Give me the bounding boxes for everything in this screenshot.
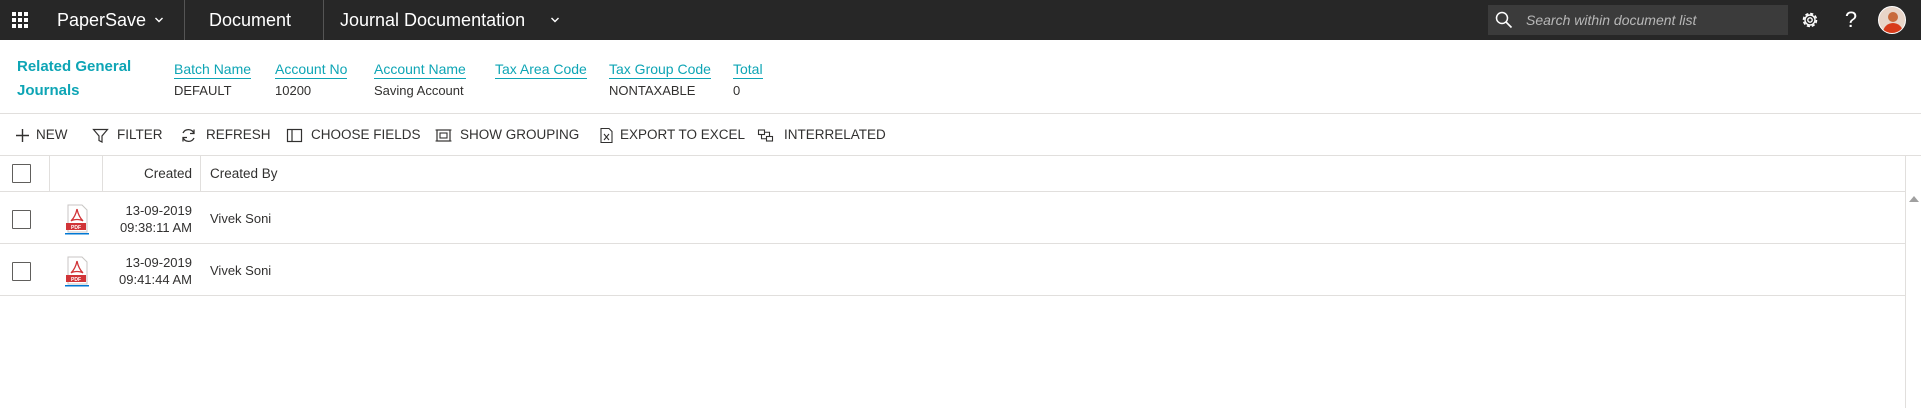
choose-fields-button[interactable]: CHOOSE FIELDS bbox=[286, 114, 421, 156]
command-bar: NEW FILTER REFRESH CHOOSE FIELDS SHOW GR… bbox=[0, 114, 1921, 156]
grouping-icon bbox=[435, 129, 452, 142]
created-by-cell: Vivek Soni bbox=[210, 211, 272, 226]
app-launcher-icon[interactable] bbox=[12, 12, 28, 28]
field-value: 0 bbox=[733, 83, 741, 98]
field-label[interactable]: Tax Area Code bbox=[495, 60, 587, 79]
field-label[interactable]: Account Name bbox=[374, 60, 466, 79]
field-account-name: Account Name Saving Account bbox=[374, 60, 466, 100]
field-value: 10200 bbox=[275, 83, 312, 98]
field-label[interactable]: Total bbox=[733, 60, 763, 79]
search-box[interactable] bbox=[1488, 5, 1788, 35]
field-account-no: Account No 10200 bbox=[275, 60, 348, 100]
created-by-cell: Vivek Soni bbox=[210, 263, 272, 278]
svg-text:PDF: PDF bbox=[71, 277, 81, 283]
table-row[interactable]: PDF 13-09-2019 09:41:44 AM Vivek Soni bbox=[0, 245, 1905, 296]
help-icon[interactable]: ? bbox=[1840, 6, 1862, 34]
excel-icon bbox=[600, 127, 613, 144]
refresh-button[interactable]: REFRESH bbox=[180, 114, 271, 156]
field-label[interactable]: Account No bbox=[275, 60, 348, 79]
vertical-scrollbar[interactable] bbox=[1905, 156, 1921, 408]
interrelated-button[interactable]: INTERRELATED bbox=[757, 114, 886, 156]
filter-button[interactable]: FILTER bbox=[92, 114, 163, 156]
created-datetime: 13-09-2019 09:38:11 AM bbox=[119, 203, 192, 235]
field-value: Saving Account bbox=[374, 83, 464, 98]
gear-icon[interactable] bbox=[1799, 9, 1821, 31]
export-to-excel-button[interactable]: EXPORT TO EXCEL bbox=[598, 114, 745, 156]
row-checkbox[interactable] bbox=[12, 262, 31, 281]
pdf-icon[interactable]: PDF bbox=[64, 256, 90, 287]
field-value: DEFAULT bbox=[174, 83, 232, 98]
table-row[interactable]: PDF 13-09-2019 09:38:11 AM Vivek Soni bbox=[0, 193, 1905, 244]
app-name-menu[interactable]: PaperSave bbox=[57, 0, 146, 40]
top-bar: PaperSave Document Journal Documentation… bbox=[0, 0, 1921, 40]
columns-icon bbox=[286, 128, 303, 143]
divider bbox=[323, 0, 324, 40]
column-header-created[interactable]: Created bbox=[108, 156, 192, 192]
field-value: NONTAXABLE bbox=[609, 83, 696, 98]
pdf-icon[interactable]: PDF bbox=[64, 204, 90, 235]
column-header-created-by[interactable]: Created By bbox=[210, 156, 278, 192]
field-label[interactable]: Tax Group Code bbox=[609, 60, 711, 79]
search-input[interactable] bbox=[1526, 5, 1781, 35]
nav-journal-documentation[interactable]: Journal Documentation bbox=[340, 0, 525, 40]
field-label[interactable]: Batch Name bbox=[174, 60, 252, 79]
refresh-icon bbox=[182, 129, 195, 142]
created-datetime: 13-09-2019 09:41:44 AM bbox=[119, 255, 192, 287]
svg-text:PDF: PDF bbox=[71, 225, 81, 231]
grid-header: Created Created By bbox=[0, 156, 1905, 192]
field-tax-group-code: Tax Group Code NONTAXABLE bbox=[609, 60, 711, 100]
new-button[interactable]: NEW bbox=[14, 114, 70, 156]
select-all-checkbox[interactable] bbox=[12, 164, 31, 183]
row-checkbox[interactable] bbox=[12, 210, 31, 229]
plus-icon bbox=[16, 129, 29, 142]
filter-icon bbox=[92, 128, 109, 143]
divider bbox=[184, 0, 185, 40]
column-divider bbox=[102, 156, 103, 192]
interrelated-icon bbox=[757, 129, 774, 142]
column-divider bbox=[49, 156, 50, 192]
page-title: Related General Journals bbox=[17, 58, 132, 99]
chevron-down-icon[interactable] bbox=[551, 16, 559, 24]
field-total: Total 0 bbox=[733, 60, 763, 100]
scroll-up-arrow-icon[interactable] bbox=[1909, 196, 1919, 202]
nav-document[interactable]: Document bbox=[209, 0, 291, 40]
search-icon bbox=[1495, 11, 1513, 29]
record-details: Related General Journals Batch Name DEFA… bbox=[0, 40, 1921, 114]
show-grouping-button[interactable]: SHOW GROUPING bbox=[435, 114, 579, 156]
column-divider bbox=[200, 156, 201, 192]
avatar[interactable] bbox=[1878, 6, 1906, 34]
field-tax-area-code: Tax Area Code bbox=[495, 60, 587, 82]
field-batch-name: Batch Name DEFAULT bbox=[174, 60, 252, 100]
chevron-down-icon[interactable] bbox=[155, 16, 163, 24]
